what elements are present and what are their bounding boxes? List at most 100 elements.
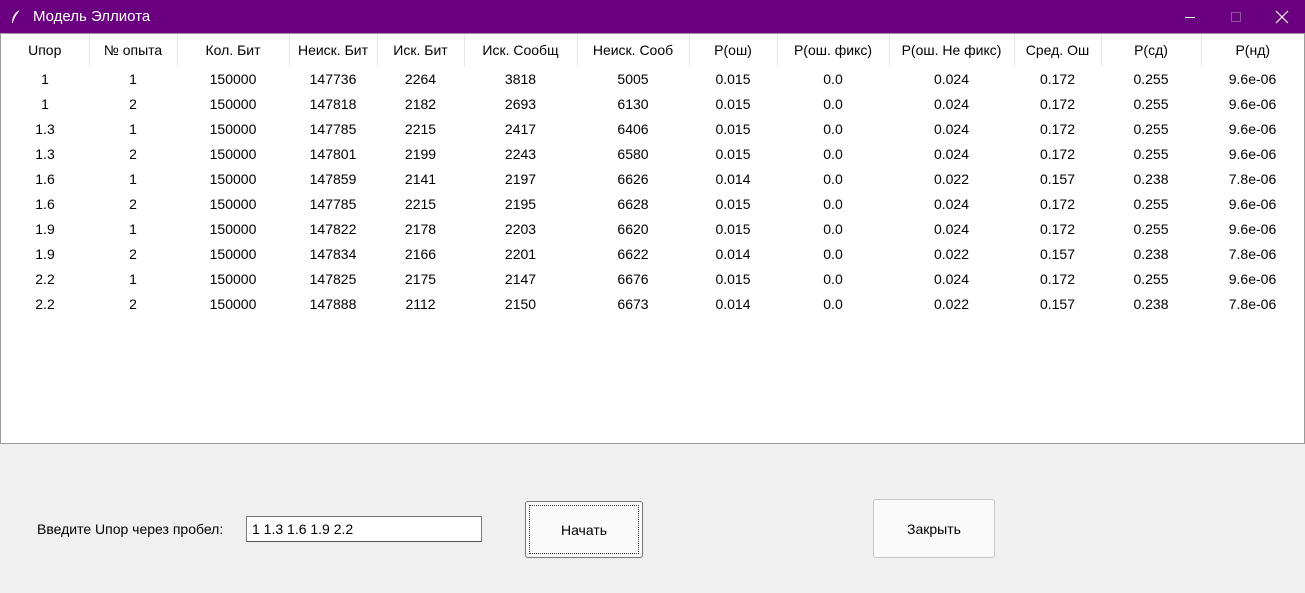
table-body: 1 1 150000 147736 2264 3818 5005 0.015 0.0 0.024 0… bbox=[1, 66, 1304, 316]
table-cell: 7.8e-06 bbox=[1228, 295, 1277, 312]
feather-icon bbox=[10, 9, 24, 25]
table-cell: 150000 bbox=[209, 120, 257, 137]
table-cell: 147801 bbox=[309, 145, 357, 162]
table-cell: 0.015 bbox=[715, 95, 751, 112]
title-bar[interactable]: Модель Эллиота bbox=[0, 0, 1305, 33]
table-row[interactable]: 1.9 1 150000 147822 2178 2203 6620 0.015 0.0 0.02… bbox=[1, 216, 1304, 241]
table-row[interactable]: 1.6 2 150000 147785 2215 2195 6628 0.015 0.0 0.02… bbox=[1, 191, 1304, 216]
table-cell: 150000 bbox=[209, 220, 257, 237]
table-cell: 0.0 bbox=[823, 195, 843, 212]
column-header[interactable]: Кол. Бит bbox=[177, 34, 290, 66]
table-cell: 0.0 bbox=[823, 95, 843, 112]
table-cell: 2.2 bbox=[35, 295, 55, 312]
column-header[interactable]: Uпор bbox=[1, 34, 90, 66]
results-table-frame[interactable]: Uпор № опыта Кол. Бит Неиск. Бит Иск. Би… bbox=[0, 33, 1305, 444]
table-cell: 0.0 bbox=[823, 70, 843, 87]
table-cell: 150000 bbox=[209, 170, 257, 187]
table-cell: 0.0 bbox=[823, 270, 843, 287]
close-button[interactable]: Закрыть bbox=[873, 499, 995, 558]
column-header[interactable]: Иск. Сообщ bbox=[464, 34, 578, 66]
table-cell: 0.172 bbox=[1039, 95, 1076, 112]
focus-ring bbox=[529, 505, 639, 554]
minimize-icon bbox=[1185, 16, 1195, 18]
minimize-button[interactable] bbox=[1167, 0, 1213, 33]
table-cell: 147785 bbox=[309, 195, 357, 212]
column-header[interactable]: P(сд) bbox=[1101, 34, 1202, 66]
table-cell: 0.022 bbox=[933, 245, 970, 262]
table-cell: 6676 bbox=[617, 270, 649, 287]
table-cell: 0.024 bbox=[933, 70, 970, 87]
table-cell: 2150 bbox=[504, 295, 537, 312]
table-cell: 2147 bbox=[504, 270, 537, 287]
maximize-icon bbox=[1231, 11, 1241, 22]
table-cell: 0.255 bbox=[1133, 95, 1169, 112]
table-cell: 0.015 bbox=[715, 195, 751, 212]
table-cell: 0.238 bbox=[1133, 245, 1169, 262]
maximize-button[interactable] bbox=[1213, 0, 1259, 33]
table-cell: 2 bbox=[129, 145, 137, 162]
close-icon bbox=[1275, 10, 1289, 23]
table-cell: 2112 bbox=[405, 295, 436, 312]
table-row[interactable]: 2.2 1 150000 147825 2175 2147 6676 0.015 0.0 0.02… bbox=[1, 266, 1304, 291]
table-cell: 1 bbox=[129, 170, 137, 187]
table-cell: 0.015 bbox=[715, 145, 751, 162]
table-cell: 147888 bbox=[309, 295, 357, 312]
table-cell: 147736 bbox=[309, 70, 357, 87]
column-header[interactable]: Сред. Ош bbox=[1014, 34, 1102, 66]
table-cell: 9.6e-06 bbox=[1228, 145, 1277, 162]
table-cell: 0.024 bbox=[933, 195, 970, 212]
table-cell: 9.6e-06 bbox=[1228, 270, 1277, 287]
column-header[interactable]: P(ош) bbox=[689, 34, 778, 66]
table-cell: 2178 bbox=[404, 220, 437, 237]
table-row[interactable]: 1.9 2 150000 147834 2166 2201 6622 0.014 0.0 0.02… bbox=[1, 241, 1304, 266]
table-cell: 150000 bbox=[209, 70, 257, 87]
column-header[interactable]: № опыта bbox=[89, 34, 178, 66]
table-cell: 2215 bbox=[404, 120, 437, 137]
threshold-input-label: Введите Uпор через пробел: bbox=[37, 521, 224, 537]
start-button[interactable]: Начать bbox=[525, 501, 643, 558]
table-cell: 1.6 bbox=[35, 195, 55, 212]
table-cell: 6620 bbox=[617, 220, 649, 237]
column-header[interactable]: Иск. Бит bbox=[377, 34, 465, 66]
table-cell: 0.255 bbox=[1133, 70, 1169, 87]
close-window-button[interactable] bbox=[1259, 0, 1305, 33]
table-cell: 0.024 bbox=[933, 220, 970, 237]
table-cell: 7.8e-06 bbox=[1228, 170, 1277, 187]
table-cell: 6406 bbox=[617, 120, 649, 137]
table-row[interactable]: 1 1 150000 147736 2264 3818 5005 0.015 0.0 0.024 0… bbox=[1, 66, 1304, 91]
table-cell: 0.238 bbox=[1133, 170, 1169, 187]
table-cell: 0.0 bbox=[823, 145, 843, 162]
table-cell: 2182 bbox=[404, 95, 437, 112]
column-header[interactable]: Неиск. Сооб bbox=[577, 34, 690, 66]
table-cell: 150000 bbox=[209, 95, 257, 112]
table-row[interactable]: 1.3 1 150000 147785 2215 2417 6406 0.015 0.0 0.02… bbox=[1, 116, 1304, 141]
column-header[interactable]: Неиск. Бит bbox=[289, 34, 378, 66]
column-header[interactable]: P(ош. фикс) bbox=[777, 34, 890, 66]
table-cell: 0.015 bbox=[715, 270, 751, 287]
table-header-row: Uпор № опыта Кол. Бит Неиск. Бит Иск. Би… bbox=[1, 34, 1304, 66]
table-cell: 2264 bbox=[404, 70, 437, 87]
column-header[interactable]: P(ош. Не фикс) bbox=[889, 34, 1015, 66]
table-cell: 6673 bbox=[617, 295, 649, 312]
table-cell: 2417 bbox=[504, 120, 537, 137]
table-cell: 9.6e-06 bbox=[1228, 95, 1277, 112]
table-cell: 0.255 bbox=[1133, 270, 1169, 287]
table-row[interactable]: 1.6 1 150000 147859 2141 2197 6626 0.014 0.0 0.02… bbox=[1, 166, 1304, 191]
table-cell: 0.172 bbox=[1039, 195, 1076, 212]
table-cell: 9.6e-06 bbox=[1228, 195, 1277, 212]
table-row[interactable]: 2.2 2 150000 147888 2112 2150 6673 0.014 0.0 0.02… bbox=[1, 291, 1304, 316]
table-cell: 0.255 bbox=[1133, 120, 1169, 137]
table-cell: 2 bbox=[129, 95, 137, 112]
table-cell: 147785 bbox=[309, 120, 357, 137]
table-row[interactable]: 1.3 2 150000 147801 2199 2243 6580 0.015 0.0 0.02… bbox=[1, 141, 1304, 166]
table-cell: 2141 bbox=[404, 170, 437, 187]
table-cell: 1 bbox=[129, 270, 137, 287]
column-header[interactable]: P(нд) bbox=[1201, 34, 1304, 66]
table-cell: 2 bbox=[129, 245, 137, 262]
table-row[interactable]: 1 2 150000 147818 2182 2693 6130 0.015 0.0 0.024 0… bbox=[1, 91, 1304, 116]
table-cell: 0.172 bbox=[1039, 145, 1076, 162]
table-cell: 3818 bbox=[504, 70, 537, 87]
threshold-input[interactable]: 1 1.3 1.6 1.9 2.2 bbox=[246, 516, 482, 542]
table-cell: 2197 bbox=[504, 170, 537, 187]
table-cell: 147834 bbox=[309, 245, 357, 262]
